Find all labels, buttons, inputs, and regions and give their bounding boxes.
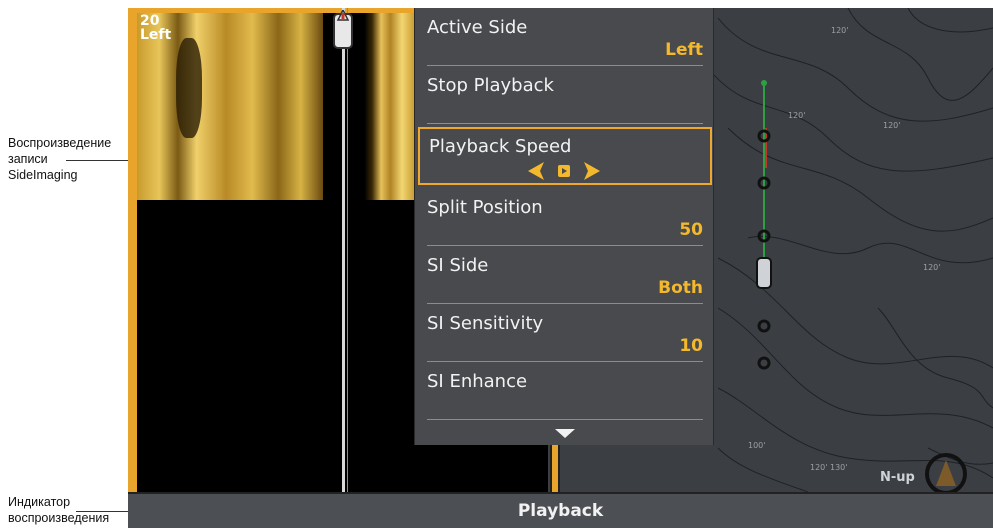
- menu-item-label: SI Side: [427, 255, 489, 276]
- menu-item-label: SI Enhance: [427, 371, 528, 392]
- menu-item-split-position[interactable]: Split Position 50: [415, 188, 715, 246]
- depth-label: 120': [923, 263, 940, 272]
- menu-item-si-sensitivity[interactable]: SI Sensitivity 10: [415, 304, 715, 362]
- orientation-label: N-up: [880, 470, 915, 485]
- sonar-shadow: [176, 38, 202, 138]
- depth-label: 120': [810, 463, 827, 472]
- range-value: 20: [140, 13, 160, 29]
- depth-label: 120': [788, 111, 805, 120]
- callout-playback-indicator: Индикатор воспроизведения: [8, 494, 109, 526]
- active-side-value: Left: [140, 27, 172, 43]
- active-pane-border-top: [128, 8, 418, 13]
- menu-item-label: SI Sensitivity: [427, 313, 544, 334]
- menu-item-label: Playback Speed: [429, 136, 572, 157]
- callout-pointer-sideimaging: [66, 160, 128, 161]
- boat-track-line: [342, 8, 345, 492]
- callout-sideimaging-playback: Воспроизведение записи SideImaging: [8, 135, 111, 183]
- menu-item-playback-speed[interactable]: Playback Speed: [418, 127, 712, 185]
- playback-indicator-bar: [550, 445, 560, 492]
- active-pane-border: [128, 8, 137, 492]
- menu-divider: [427, 419, 703, 420]
- menu-item-value: Both: [658, 278, 703, 298]
- menu-item-si-side[interactable]: SI Side Both: [415, 246, 715, 304]
- sonar-readout: 20 Left: [140, 14, 171, 42]
- sonar-right-image: [350, 13, 415, 200]
- callout-pointer-indicator: [76, 511, 128, 512]
- menu-item-si-enhance[interactable]: SI Enhance: [415, 362, 715, 420]
- callout-line-3: SideImaging: [8, 168, 78, 182]
- scroll-down-icon[interactable]: [555, 429, 575, 438]
- boat-icon: [333, 10, 353, 49]
- depth-label: 130': [830, 463, 847, 472]
- fishfinder-screen: 20 Left 120' 120' 120' 120' 100' 120' 13…: [128, 8, 993, 528]
- menu-item-value: Left: [665, 40, 703, 60]
- callout-line-1: Индикатор: [8, 495, 71, 509]
- callout-line-1: Воспроизведение: [8, 136, 112, 150]
- depth-label: 120': [883, 121, 900, 130]
- x-press-menu: Active Side Left Stop Playback Playback …: [414, 8, 714, 445]
- status-bar: Playback: [128, 492, 993, 528]
- menu-item-label: Stop Playback: [427, 75, 554, 96]
- menu-divider: [427, 123, 703, 124]
- menu-item-active-side[interactable]: Active Side Left: [415, 8, 715, 66]
- depth-label: 100': [748, 441, 765, 450]
- chevron-left-icon: [528, 162, 544, 180]
- speed-control[interactable]: [520, 160, 610, 182]
- menu-item-stop-playback[interactable]: Stop Playback: [415, 66, 715, 124]
- menu-item-label: Active Side: [427, 17, 528, 38]
- track-line: [756, 80, 772, 370]
- callout-line-2: воспроизведения: [8, 511, 110, 525]
- menu-item-label: Split Position: [427, 197, 543, 218]
- callout-line-2: записи: [8, 152, 48, 166]
- playback-status-label: Playback: [517, 501, 604, 521]
- menu-item-value: 50: [679, 220, 703, 240]
- chevron-right-icon: [584, 162, 600, 180]
- compass-icon: [925, 453, 967, 492]
- menu-item-value: 10: [679, 336, 703, 356]
- depth-label: 120': [831, 26, 848, 35]
- boat-track-line-shadow: [347, 8, 348, 492]
